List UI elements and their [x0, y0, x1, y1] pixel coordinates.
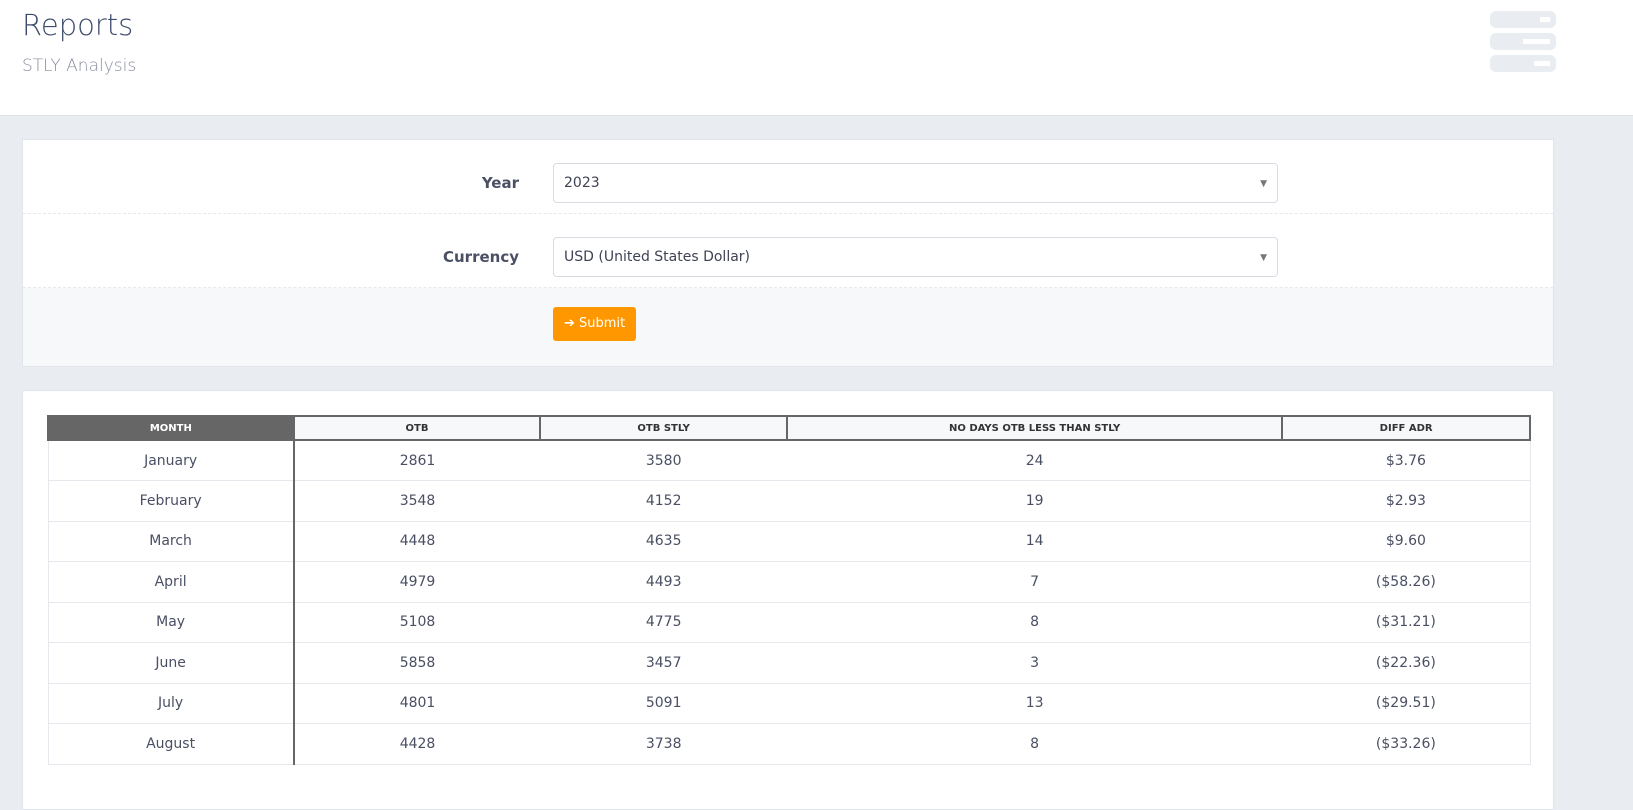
table-row: March 4448 4635 14 $9.60: [47, 521, 1531, 562]
table-cell: ($29.51): [1282, 683, 1531, 724]
table-cell: 5091: [540, 683, 788, 724]
report-card: MONTH OTB OTB STLY NO DAYS OTB LESS THAN ST…: [22, 390, 1554, 810]
table-row: August 4428 3738 8 ($33.26): [47, 723, 1531, 765]
table-cell: 3580: [540, 440, 788, 481]
table-cell: 5108: [293, 602, 541, 643]
column-header[interactable]: DIFF ADR: [1281, 415, 1531, 441]
arrow-right-icon: ➔: [564, 316, 575, 331]
table-cell: ($58.26): [1282, 561, 1531, 603]
table-cell: $3.76: [1282, 440, 1531, 481]
table-cell: May: [47, 602, 295, 643]
table-cell: 4152: [540, 480, 788, 522]
column-header[interactable]: OTB STLY: [539, 415, 789, 441]
table-cell: 3548: [293, 480, 541, 522]
page-title: Reports: [22, 8, 134, 42]
table-cell: 2861: [293, 440, 541, 481]
table-cell: April: [47, 561, 295, 603]
table-cell: 4635: [540, 521, 788, 562]
table-cell: 3738: [540, 723, 788, 765]
table-cell: January: [47, 440, 295, 481]
currency-select[interactable]: USD (United States Dollar) ▼: [553, 237, 1278, 277]
table-cell: 4801: [293, 683, 541, 724]
chevron-down-icon: ▼: [1260, 253, 1267, 263]
currency-value: USD (United States Dollar): [564, 249, 750, 265]
submit-button[interactable]: ➔ Submit: [553, 307, 637, 341]
column-header[interactable]: MONTH: [47, 415, 295, 441]
table-cell: ($31.21): [1282, 602, 1531, 643]
table-cell: 8: [787, 723, 1283, 765]
table-cell: June: [47, 642, 295, 684]
column-header[interactable]: NO DAYS OTB LESS THAN STLY: [786, 415, 1284, 441]
table-cell: $2.93: [1282, 480, 1531, 522]
table-cell: 4448: [293, 521, 541, 562]
chevron-down-icon: ▼: [1260, 179, 1267, 189]
table-row: June 5858 3457 3 ($22.36): [47, 642, 1531, 684]
year-select[interactable]: 2023 ▼: [553, 163, 1278, 203]
table-cell: 4428: [293, 723, 541, 765]
table-cell: ($22.36): [1282, 642, 1531, 684]
table-cell: 24: [787, 440, 1283, 481]
table-cell: ($33.26): [1282, 723, 1531, 765]
table-row: July 4801 5091 13 ($29.51): [47, 683, 1531, 724]
table-cell: 3: [787, 642, 1283, 684]
table-cell: 7: [787, 561, 1283, 603]
table-cell: 13: [787, 683, 1283, 724]
table-cell: 4775: [540, 602, 788, 643]
table-cell: 8: [787, 602, 1283, 643]
table-row: April 4979 4493 7 ($58.26): [47, 561, 1531, 603]
stly-table: MONTH OTB OTB STLY NO DAYS OTB LESS THAN ST…: [47, 415, 1531, 765]
table-row: January 2861 3580 24 $3.76: [47, 440, 1531, 481]
table-cell: 14: [787, 521, 1283, 562]
table-cell: 4979: [293, 561, 541, 603]
submit-label: Submit: [579, 316, 626, 331]
table-cell: August: [47, 723, 295, 765]
column-header[interactable]: OTB: [292, 415, 542, 441]
table-cell: March: [47, 521, 295, 562]
year-label: Year: [481, 174, 519, 192]
page-subtitle: STLY Analysis: [22, 56, 137, 76]
page-header: Reports STLY Analysis: [0, 0, 1633, 116]
table-cell: 4493: [540, 561, 788, 603]
table-cell: $9.60: [1282, 521, 1531, 562]
table-row: February 3548 4152 19 $2.93: [47, 480, 1531, 522]
table-cell: 5858: [293, 642, 541, 684]
table-cell: July: [47, 683, 295, 724]
menu-toggle-icon[interactable]: [1490, 11, 1556, 77]
table-cell: 3457: [540, 642, 788, 684]
currency-label: Currency: [442, 248, 519, 266]
table-cell: 19: [787, 480, 1283, 522]
table-cell: February: [47, 480, 295, 522]
table-row: May 5108 4775 8 ($31.21): [47, 602, 1531, 643]
filter-form: Year 2023 ▼ Currency USD (United States D…: [22, 139, 1554, 367]
year-value: 2023: [564, 175, 600, 191]
